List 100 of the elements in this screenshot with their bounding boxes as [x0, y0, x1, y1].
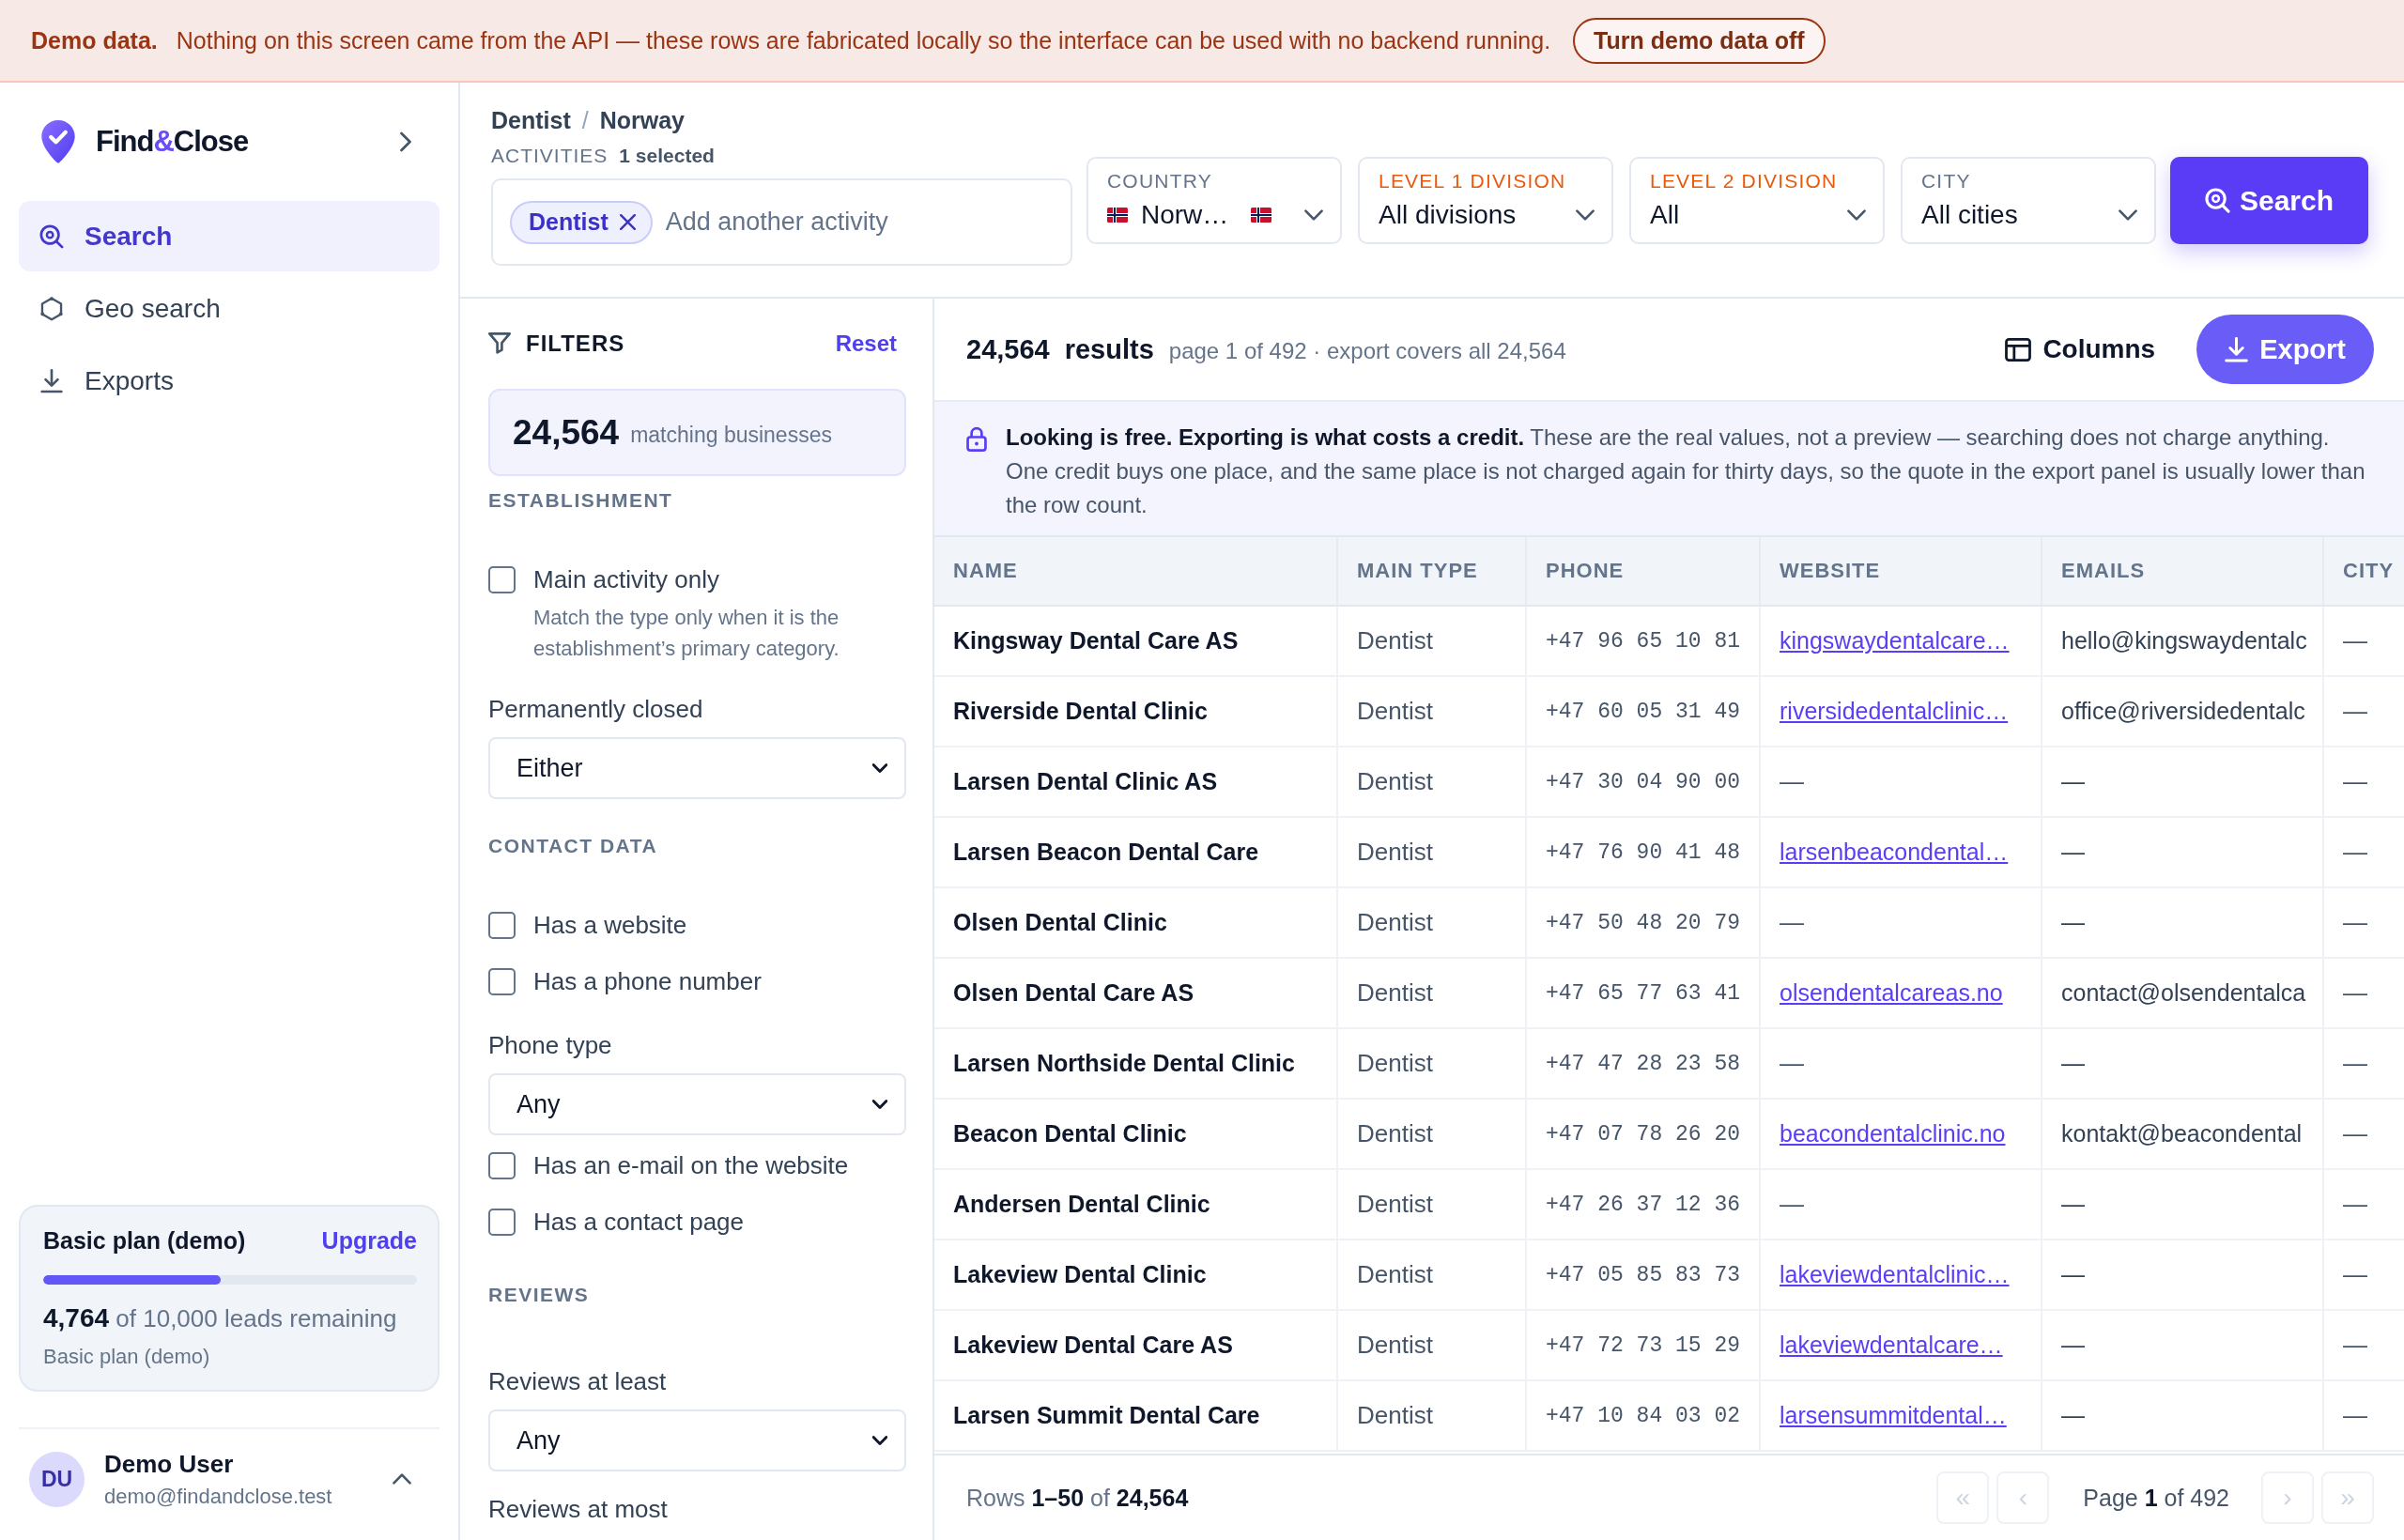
website-link[interactable]: lakeviewdentalclinic…: [1780, 1261, 2010, 1288]
table-cell: Dentist: [1338, 888, 1527, 957]
section-heading: CONTACT DATA: [488, 835, 659, 857]
banner-message: Nothing on this screen came from the API — these rows are fabricated locally so the interface can be used with no backend running.: [176, 26, 1551, 54]
website-link[interactable]: kingswaydentalcare…: [1780, 627, 2010, 654]
reset-link[interactable]: Reset: [835, 331, 897, 357]
table-cell: hello@kingswaydentalc: [2042, 607, 2324, 675]
results-summary: page 1 of 492 · export covers all 24,564: [1168, 337, 1566, 364]
checkbox[interactable]: [488, 911, 516, 939]
website-link[interactable]: beacondentalclinic.no: [1780, 1120, 2006, 1147]
page-indicator: Page 1 of 492: [2083, 1484, 2229, 1512]
table-cell: Larsen Dental Clinic AS: [934, 747, 1338, 816]
website-link[interactable]: larsensummitdental…: [1780, 1402, 2007, 1429]
search-button[interactable]: Search: [2170, 157, 2368, 244]
rows-range: Rows 1–50 of 24,564: [966, 1484, 1189, 1512]
chevron-down-icon: [1576, 209, 1595, 221]
select-value: Norw…: [1141, 200, 1229, 230]
export-button[interactable]: Export: [2196, 315, 2374, 384]
table-cell: Beacon Dental Clinic: [934, 1100, 1338, 1168]
table-cell: Larsen Summit Dental Care: [934, 1381, 1338, 1450]
table-cell-text: —: [2342, 696, 2368, 727]
table-cell: —: [2042, 1381, 2324, 1450]
table-cell: Dentist: [1338, 747, 1527, 816]
chevron-down-icon: [1847, 209, 1866, 221]
table-cell: Lakeview Dental Clinic: [934, 1240, 1338, 1309]
location-select[interactable]: LEVEL 1 DIVISION All divisions: [1358, 157, 1613, 244]
checkbox[interactable]: [488, 967, 516, 995]
chevron-down-icon: [872, 1100, 887, 1109]
table-cell: Kingsway Dental Care AS: [934, 607, 1338, 675]
section-heading: ESTABLISHMENT: [488, 489, 674, 512]
website-link[interactable]: lakeviewdentalcare…: [1780, 1332, 2003, 1359]
column-header: PHONE: [1527, 537, 1761, 605]
chevron-up-icon[interactable]: [393, 1473, 411, 1485]
table-cell: +47 26 37 12 36: [1527, 1170, 1761, 1239]
lock-icon: [966, 426, 987, 452]
checkbox[interactable]: [488, 1208, 516, 1236]
results-label: results: [1064, 333, 1154, 365]
website-link[interactable]: larsenbeacondental…: [1780, 839, 2009, 866]
match-count: 24,564: [513, 412, 620, 453]
upgrade-link[interactable]: Upgrade: [321, 1227, 417, 1255]
table-cell-text: —: [2342, 1048, 2368, 1079]
close-icon[interactable]: [619, 214, 636, 230]
columns-button[interactable]: Columns: [2005, 334, 2156, 364]
field-label: CITY: [1921, 170, 1972, 192]
table-cell: +47 76 90 41 48: [1527, 818, 1761, 886]
field-label: Reviews at most: [488, 1494, 669, 1524]
website-link[interactable]: riversidedentalclinic…: [1780, 698, 2009, 725]
location-select[interactable]: CITY All cities: [1901, 157, 2156, 244]
column-header: MAIN TYPE: [1338, 537, 1527, 605]
table-cell: Dentist: [1338, 607, 1527, 675]
location-select[interactable]: LEVEL 2 DIVISION All: [1629, 157, 1885, 244]
checkbox-label: Has an e-mail on the website: [533, 1150, 849, 1180]
location-select[interactable]: COUNTRY Norw…: [1086, 157, 1342, 244]
field-label: LEVEL 1 DIVISION: [1379, 170, 1567, 192]
table-cell-text: —: [2342, 625, 2368, 656]
activities-label: ACTIVITIES: [491, 145, 609, 167]
logo-text: Find: [96, 125, 154, 158]
table-cell: —: [1761, 747, 2042, 816]
chevron-down-icon: [1304, 209, 1323, 221]
table-cell: +47 05 85 83 73: [1527, 1240, 1761, 1309]
nav-item[interactable]: Geo search: [19, 273, 439, 344]
turn-off-demo-button[interactable]: Turn demo data off: [1573, 17, 1826, 64]
field-label: LEVEL 2 DIVISION: [1650, 170, 1839, 192]
checkbox[interactable]: [488, 1151, 516, 1179]
table-cell: —: [2042, 1240, 2324, 1309]
logo-text: Close: [173, 125, 249, 158]
table-cell-text: —: [2342, 1259, 2368, 1290]
table-cell: —: [2042, 747, 2324, 816]
download-icon: [2225, 336, 2249, 362]
select-field[interactable]: Either: [488, 737, 906, 799]
section-heading: REVIEWS: [488, 1284, 591, 1306]
breadcrumb-item[interactable]: Dentist: [491, 106, 571, 134]
leads-remaining: 4,764 of 10,000 leads remaining: [43, 1303, 398, 1333]
filter-icon: [488, 331, 511, 356]
select-value: All: [1650, 200, 1680, 230]
table-cell: Dentist: [1338, 1170, 1527, 1239]
column-header: CITY: [2342, 558, 2396, 584]
table-cell: +47 50 48 20 79: [1527, 888, 1761, 957]
activities-field[interactable]: Dentist Add another activity: [491, 178, 1072, 266]
breadcrumb-item[interactable]: Norway: [599, 106, 685, 134]
table-cell-text: —: [2342, 766, 2368, 797]
checkbox[interactable]: [488, 565, 516, 593]
checkbox-label: Has a website: [533, 910, 687, 940]
field-label: Phone type: [488, 1030, 613, 1060]
download-icon: [39, 368, 64, 393]
table-cell: +47 10 84 03 02: [1527, 1381, 1761, 1450]
table-cell: —: [2042, 1029, 2324, 1098]
chevron-down-icon: [872, 763, 887, 773]
breadcrumb-separator: /: [581, 106, 589, 134]
plan-caption: Basic plan (demo): [43, 1345, 211, 1369]
chevron-right-icon[interactable]: [400, 131, 411, 152]
table-cell: Lakeview Dental Care AS: [934, 1311, 1338, 1379]
nav-item[interactable]: Search: [19, 201, 439, 271]
table-cell: Dentist: [1338, 1240, 1527, 1309]
nav-item[interactable]: Exports: [19, 346, 439, 416]
table-cell: Dentist: [1338, 959, 1527, 1027]
website-link[interactable]: olsendentalcareas.no: [1780, 979, 2003, 1007]
select-field[interactable]: Any: [488, 1073, 906, 1135]
select-field[interactable]: Any: [488, 1409, 906, 1471]
activity-chip[interactable]: Dentist: [510, 200, 653, 244]
